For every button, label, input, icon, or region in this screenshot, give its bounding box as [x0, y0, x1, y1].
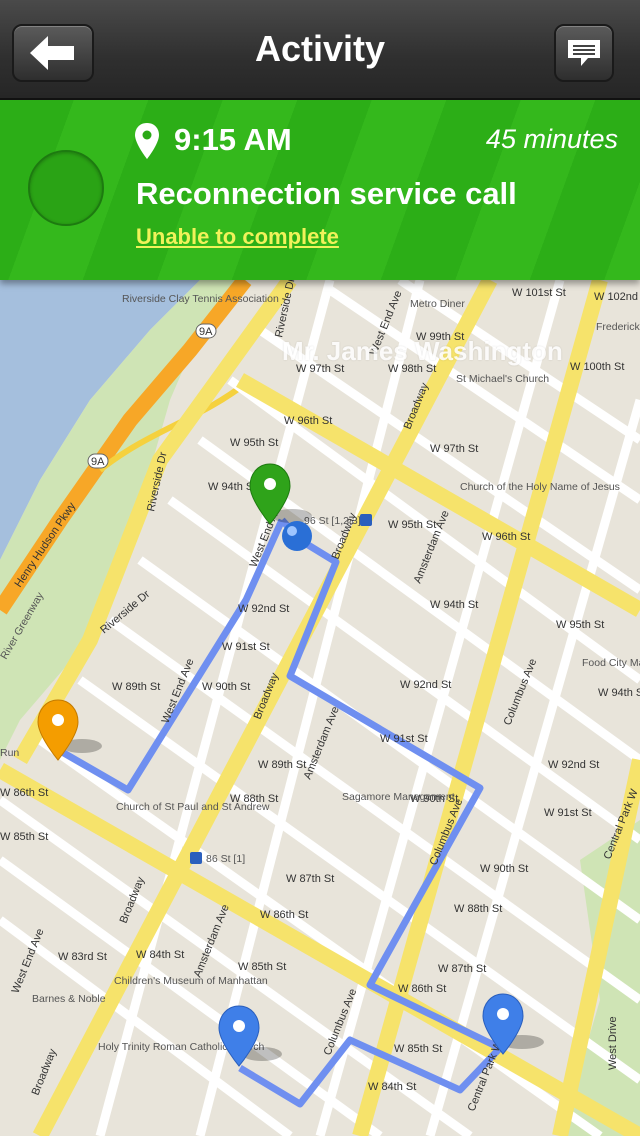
activity-banner[interactable]: 9:15 AM 45 minutes Reconnection service …	[0, 98, 640, 280]
route-badge-2-label: 9A	[91, 456, 105, 468]
map-view[interactable]: W 101st St W 99th St W 98th St W 97th St…	[0, 280, 640, 1136]
route-badge-1-label: 9A	[199, 326, 213, 338]
label-w102nd: W 102nd St	[594, 291, 640, 303]
location-pin-icon	[135, 123, 159, 159]
activity-duration: 45 minutes	[485, 124, 618, 154]
current-location-dot[interactable]	[282, 521, 312, 551]
place-frederick-douglass: Frederick Douglass Mini Pool	[596, 321, 640, 333]
label-w96th-east: W 96th St	[482, 531, 530, 543]
place-holy-name: Church of the Holy Name of Jesus	[460, 481, 620, 493]
place-metro-diner: Metro Diner	[410, 298, 465, 310]
label-west-drive: West Drive	[607, 1016, 619, 1070]
place-food-city: Food City Markets	[582, 657, 640, 669]
label-w90th-far: W 90th St	[480, 863, 528, 875]
label-w87th-far: W 87th St	[438, 963, 486, 975]
label-w92nd-far: W 92nd St	[548, 759, 599, 771]
label-w90th: W 90th St	[202, 681, 250, 693]
subway-icon-96	[360, 514, 372, 526]
message-icon	[568, 40, 600, 66]
customer-name: Mr. James Washington	[282, 336, 563, 366]
place-sagamore: Sagamore Management	[342, 791, 455, 803]
place-barnes-noble: Barnes & Noble	[32, 993, 106, 1005]
label-w86th: W 86th St	[0, 787, 48, 799]
label-w94th-far: W 94th St	[598, 687, 640, 699]
label-w85th-far: W 85th St	[394, 1043, 442, 1055]
label-w92nd: W 92nd St	[238, 603, 289, 615]
label-w97th-east: W 97th St	[430, 443, 478, 455]
label-w87th: W 87th St	[286, 873, 334, 885]
label-w84th: W 84th St	[136, 949, 184, 961]
place-riverside-clay: Riverside Clay Tennis Association	[122, 293, 279, 305]
status-indicator[interactable]	[28, 150, 104, 226]
label-w89th-mid: W 89th St	[258, 759, 306, 771]
message-button[interactable]	[554, 24, 614, 82]
label-w100th: W 100th St	[570, 361, 624, 373]
label-w84th-far: W 84th St	[368, 1081, 416, 1093]
label-w96th: W 96th St	[284, 415, 332, 427]
station-96st: 96 St [1,2,3]	[304, 515, 361, 527]
label-w91st-far: W 91st St	[544, 807, 592, 819]
label-w89th: W 89th St	[112, 681, 160, 693]
label-w95th-far: W 95th St	[556, 619, 604, 631]
label-w94th: W 94th St	[208, 481, 256, 493]
activity-title: Reconnection service call	[136, 176, 517, 211]
station-86st: 86 St [1]	[206, 853, 245, 865]
label-w101st: W 101st St	[512, 287, 566, 299]
place-childrens-museum: Children's Museum of Manhattan	[114, 975, 268, 987]
map-canvas[interactable]: W 101st St W 99th St W 98th St W 97th St…	[0, 280, 640, 1136]
activity-time: 9:15 AM	[174, 122, 292, 157]
label-w85th-mid: W 85th St	[238, 961, 286, 973]
subway-icon-86	[190, 852, 202, 864]
page-title: Activity	[254, 28, 386, 69]
label-w91st-east: W 91st St	[380, 733, 428, 745]
label-run: Run	[0, 747, 19, 759]
status-link[interactable]: Unable to complete	[136, 224, 339, 250]
label-w95th: W 95th St	[230, 437, 278, 449]
place-st-michaels: St Michael's Church	[456, 373, 549, 385]
label-w91st: W 91st St	[222, 641, 270, 653]
label-w95th-east: W 95th St	[388, 519, 436, 531]
label-w92nd-east: W 92nd St	[400, 679, 451, 691]
navigation-bar: Activity	[0, 0, 640, 100]
label-w94th-east: W 94th St	[430, 599, 478, 611]
label-w85th: W 85th St	[0, 831, 48, 843]
place-st-paul: Church of St Paul and St Andrew	[116, 801, 270, 813]
label-w86th-mid: W 86th St	[260, 909, 308, 921]
screen: Activity 9:15 AM 45 minutes Reconnection…	[0, 0, 640, 1136]
label-w86th-far: W 86th St	[398, 983, 446, 995]
label-w83rd: W 83rd St	[58, 951, 107, 963]
label-w88th-far: W 88th St	[454, 903, 502, 915]
